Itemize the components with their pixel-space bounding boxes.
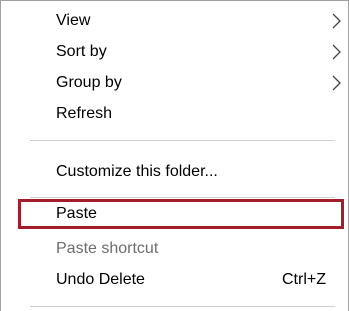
chevron-right-icon [332,75,341,91]
menu-item-label: Paste [56,205,97,222]
menu-item-sort-by[interactable]: Sort by [3,36,347,68]
menu-item-label: Undo Delete [56,271,145,288]
menu-separator [30,306,335,307]
menu-item-customize-folder[interactable]: Customize this folder... [3,156,347,188]
menu-item-paste[interactable]: Paste [3,199,347,231]
menu-item-undo-delete[interactable]: Undo Delete Ctrl+Z [3,264,347,296]
menu-item-label: View [56,12,91,29]
menu-item-label: Refresh [56,105,113,122]
chevron-right-icon [332,13,341,29]
menu-item-label: Group by [56,74,122,91]
menu-item-label: Paste shortcut [56,240,159,257]
menu-item-view[interactable]: View [3,5,347,37]
menu-item-shortcut: Ctrl+Z [282,271,326,288]
menu-item-label: Customize this folder... [56,163,218,180]
menu-separator [30,140,335,141]
menu-separator [30,197,335,198]
menu-item-group-by[interactable]: Group by [3,67,347,99]
chevron-right-icon [332,44,341,60]
menu-item-label: Sort by [56,43,107,60]
menu-item-paste-shortcut: Paste shortcut [3,233,347,265]
menu-item-refresh[interactable]: Refresh [3,98,347,130]
context-menu: View Sort by Group by Refresh Customize … [0,0,349,311]
